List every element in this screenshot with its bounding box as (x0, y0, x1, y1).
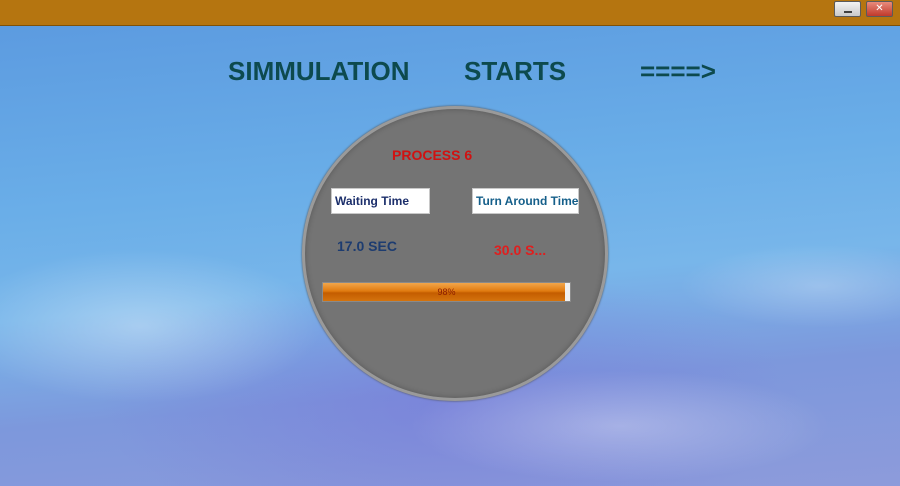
simulation-canvas: SIMMULATION STARTS ====> PROCESS 6 Waiti… (0, 26, 900, 486)
title-bar: ✕ (0, 0, 900, 26)
turn-around-time-label-text: Turn Around Time (476, 194, 579, 208)
heading-word-simulation: SIMMULATION (228, 56, 410, 86)
waiting-time-label-text: Waiting Time (335, 194, 410, 208)
minimize-button[interactable] (834, 1, 861, 17)
turn-around-time-label: Turn Around Time (472, 188, 579, 214)
waiting-time-value: 17.0 SEC (337, 238, 397, 254)
heading: SIMMULATION STARTS ====> (0, 56, 900, 86)
turn-around-time-value: 30.0 S... (494, 242, 547, 258)
progress-text: 98% (437, 287, 456, 297)
heading-word-starts: STARTS (464, 56, 567, 86)
waiting-time-label: Waiting Time (331, 188, 430, 214)
progress-bar: 98% (322, 282, 571, 302)
heading-arrow: ====> (640, 56, 716, 86)
process-label: PROCESS 6 (392, 147, 473, 163)
close-button[interactable]: ✕ (866, 1, 893, 17)
close-icon: ✕ (875, 3, 884, 14)
minimize-icon (843, 10, 852, 13)
